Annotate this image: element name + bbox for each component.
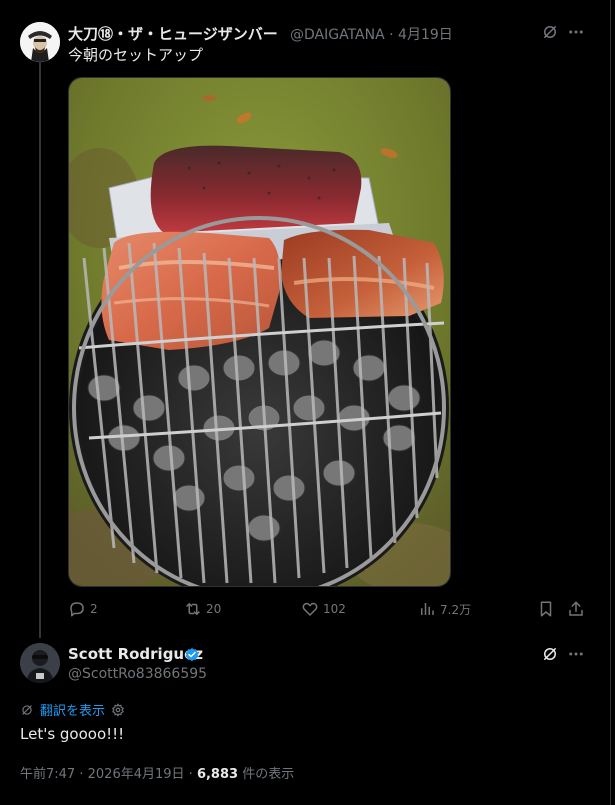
repost-count: 20 bbox=[206, 602, 222, 616]
more-icon[interactable] bbox=[566, 22, 586, 42]
translate-row: 翻訳を表示 bbox=[20, 700, 125, 719]
translate-icon bbox=[22, 704, 32, 715]
grok-icon[interactable] bbox=[540, 644, 560, 664]
settings-icon[interactable] bbox=[111, 703, 125, 717]
reply-button[interactable]: 2 bbox=[68, 600, 98, 618]
avatar[interactable] bbox=[20, 643, 60, 683]
media-photo[interactable] bbox=[68, 77, 451, 587]
repost-button[interactable]: 20 bbox=[184, 600, 221, 618]
repost-icon bbox=[186, 603, 200, 615]
handle[interactable]: @DAIGATANA bbox=[290, 27, 385, 43]
like-button[interactable]: 102 bbox=[301, 600, 346, 618]
translate-link[interactable]: 翻訳を表示 bbox=[40, 700, 105, 719]
thread-line bbox=[39, 62, 41, 638]
views-icon bbox=[421, 603, 434, 615]
more-icon[interactable] bbox=[566, 644, 586, 664]
verified-icon bbox=[185, 648, 199, 662]
reply-count: 2 bbox=[90, 602, 98, 616]
post-time[interactable]: 午前7:47 bbox=[20, 767, 75, 782]
like-icon bbox=[302, 602, 318, 616]
post-meta: 午前7:47 · 2026年4月19日 · 6,883 件の表示 bbox=[20, 763, 294, 782]
post-date[interactable]: 4月19日 bbox=[398, 27, 453, 43]
tweet-text: 今朝のセットアップ bbox=[68, 46, 204, 64]
avatar[interactable] bbox=[20, 22, 60, 62]
handle[interactable]: @ScottRo83866595 bbox=[68, 666, 207, 682]
avatar-image bbox=[20, 643, 60, 683]
views-button[interactable]: 7.2万 bbox=[418, 600, 471, 618]
view-count: 7.2万 bbox=[440, 602, 472, 617]
tweet-text: Let's goooo!!! bbox=[20, 725, 125, 743]
separator: · bbox=[389, 27, 394, 43]
bookmark-button[interactable] bbox=[537, 600, 555, 618]
share-icon bbox=[569, 601, 583, 616]
like-count: 102 bbox=[323, 602, 346, 616]
grill-photo bbox=[69, 78, 450, 586]
separator: · bbox=[188, 767, 193, 782]
bookmark-icon bbox=[540, 601, 552, 617]
view-count: 6,883 bbox=[196, 767, 239, 782]
grok-icon[interactable] bbox=[540, 22, 560, 42]
views-label: 件の表示 bbox=[242, 767, 295, 782]
display-name[interactable]: Scott Rodriguez bbox=[68, 645, 203, 663]
column-border bbox=[610, 0, 611, 805]
avatar-image bbox=[20, 22, 60, 62]
handle-date-line: @DAIGATANA · 4月19日 bbox=[290, 24, 453, 44]
post-date[interactable]: 2026年4月19日 bbox=[88, 767, 185, 782]
separator: · bbox=[79, 767, 84, 782]
display-name[interactable]: 大刀⑱・ザ・ヒュージザンバー bbox=[68, 23, 278, 44]
share-button[interactable] bbox=[567, 600, 585, 618]
action-bar: 2 20 102 7.2万 bbox=[68, 600, 598, 620]
reply-icon bbox=[70, 602, 84, 617]
